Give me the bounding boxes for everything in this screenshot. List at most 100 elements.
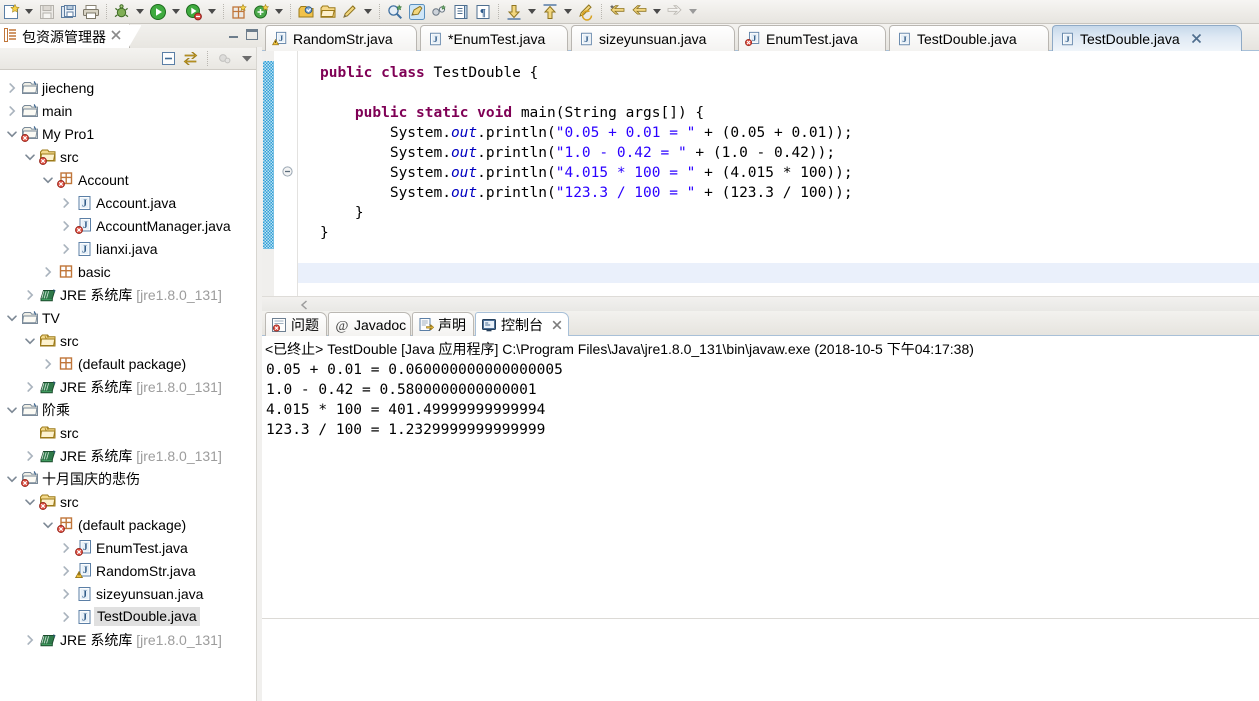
chevron-down-icon[interactable]: [22, 145, 38, 168]
chevron-right-icon[interactable]: [58, 237, 74, 260]
back-icon[interactable]: [628, 1, 650, 23]
maximize-view-icon[interactable]: [246, 29, 258, 40]
view-menu-icon[interactable]: [237, 50, 256, 68]
chevron-right-icon[interactable]: [58, 605, 74, 628]
chevron-right-icon[interactable]: [58, 536, 74, 559]
focus-on-active-task-icon[interactable]: [215, 50, 234, 68]
minimize-view-icon[interactable]: [227, 28, 240, 41]
project-tree[interactable]: jiecheng main My Pro1 src Account J Account.ja…: [0, 71, 256, 701]
open-task-icon[interactable]: [317, 1, 339, 23]
chevron-right-icon[interactable]: [22, 283, 38, 306]
console-tab[interactable]: 声明: [412, 312, 474, 336]
forward-dropdown[interactable]: [686, 1, 700, 23]
tree-item[interactable]: Account: [0, 168, 256, 191]
debug-dropdown[interactable]: [133, 1, 147, 23]
last-edit-location-icon[interactable]: [575, 1, 597, 23]
tree-item[interactable]: src: [0, 421, 256, 444]
new-class-dropdown[interactable]: [272, 1, 286, 23]
tree-item[interactable]: JRE 系统库 [jre1.8.0_131]: [0, 628, 256, 651]
next-annotation-dropdown[interactable]: [525, 1, 539, 23]
tree-item[interactable]: 十月国庆的悲伤: [0, 467, 256, 490]
back-dropdown[interactable]: [650, 1, 664, 23]
tree-item[interactable]: Jlianxi.java: [0, 237, 256, 260]
tree-item[interactable]: basic: [0, 260, 256, 283]
tree-item[interactable]: TV: [0, 306, 256, 329]
back-history-icon[interactable]: [606, 1, 628, 23]
new-class-icon[interactable]: [250, 1, 272, 23]
tree-item[interactable]: My Pro1: [0, 122, 256, 145]
tree-item[interactable]: src: [0, 329, 256, 352]
chevron-down-icon[interactable]: [4, 467, 20, 490]
close-icon[interactable]: [552, 320, 562, 330]
console-output[interactable]: 0.05 + 0.01 = 0.060000000000000005 1.0 - …: [266, 360, 1256, 440]
tree-item[interactable]: JRE 系统库 [jre1.8.0_131]: [0, 444, 256, 467]
chevron-right-icon[interactable]: [58, 214, 74, 237]
tree-item[interactable]: JRE 系统库 [jre1.8.0_131]: [0, 283, 256, 306]
chevron-down-icon[interactable]: [40, 513, 56, 536]
close-icon[interactable]: [1191, 33, 1202, 44]
previous-annotation-icon[interactable]: [539, 1, 561, 23]
new-annotation-icon[interactable]: [339, 1, 361, 23]
chevron-right-icon[interactable]: [58, 191, 74, 214]
close-icon[interactable]: [111, 30, 121, 43]
editor-tab[interactable]: J EnumTest.java: [738, 25, 886, 51]
search-icon[interactable]: [384, 1, 406, 23]
chevron-right-icon[interactable]: [4, 76, 20, 99]
previous-annotation-dropdown[interactable]: [561, 1, 575, 23]
tree-item[interactable]: jiecheng: [0, 76, 256, 99]
chevron-right-icon[interactable]: [22, 444, 38, 467]
next-annotation-icon[interactable]: [503, 1, 525, 23]
new-wizard-icon[interactable]: [0, 1, 22, 23]
chevron-right-icon[interactable]: [22, 628, 38, 651]
editor-tab[interactable]: J RandomStr.java: [265, 25, 417, 51]
tree-item[interactable]: main: [0, 99, 256, 122]
tree-item[interactable]: J RandomStr.java: [0, 559, 256, 582]
scroll-left-icon[interactable]: [298, 299, 310, 310]
tab-package-explorer[interactable]: 包资源管理器: [0, 24, 141, 49]
tree-item-selected[interactable]: J TestDouble.java: [0, 605, 256, 628]
external-tools-dropdown[interactable]: [205, 1, 219, 23]
link-editor-icon[interactable]: [428, 1, 450, 23]
console-tab[interactable]: 问题: [265, 312, 327, 336]
chevron-right-icon[interactable]: [4, 99, 20, 122]
save-all-icon[interactable]: [58, 1, 80, 23]
chevron-down-icon[interactable]: [4, 122, 20, 145]
chevron-right-icon[interactable]: [58, 559, 74, 582]
new-annotation-dropdown[interactable]: [361, 1, 375, 23]
toggle-mark-occurrences-icon[interactable]: [406, 1, 428, 23]
editor-tab[interactable]: J *EnumTest.java: [420, 25, 568, 51]
editor-annotation-bar[interactable]: [262, 51, 274, 296]
new-wizard-dropdown[interactable]: [22, 1, 36, 23]
new-java-project-icon[interactable]: [228, 1, 250, 23]
open-type-icon[interactable]: [295, 1, 317, 23]
save-icon[interactable]: [36, 1, 58, 23]
toggle-block-selection-icon[interactable]: ¶: [472, 1, 494, 23]
chevron-right-icon[interactable]: [40, 260, 56, 283]
tree-item[interactable]: (default package): [0, 513, 256, 536]
chevron-right-icon[interactable]: [22, 375, 38, 398]
tree-item[interactable]: (default package): [0, 352, 256, 375]
editor-tab[interactable]: J TestDouble.java: [889, 25, 1049, 51]
console-tab[interactable]: @ Javadoc: [328, 312, 411, 336]
show-whitespace-icon[interactable]: [450, 1, 472, 23]
tree-item[interactable]: 阶乘: [0, 398, 256, 421]
run-dropdown[interactable]: [169, 1, 183, 23]
tree-item[interactable]: J Account.java: [0, 191, 256, 214]
collapse-all-icon[interactable]: [159, 50, 178, 68]
chevron-right-icon[interactable]: [40, 352, 56, 375]
link-with-editor-icon[interactable]: [181, 50, 200, 68]
tree-item[interactable]: JRE 系统库 [jre1.8.0_131]: [0, 375, 256, 398]
editor-tab[interactable]: Jsizeyunsuan.java: [571, 25, 735, 51]
editor-tab-active[interactable]: J TestDouble.java: [1052, 25, 1242, 51]
tree-item[interactable]: src: [0, 145, 256, 168]
chevron-right-icon[interactable]: [58, 582, 74, 605]
chevron-down-icon[interactable]: [40, 168, 56, 191]
debug-icon[interactable]: [111, 1, 133, 23]
run-icon[interactable]: [147, 1, 169, 23]
editor-horizontal-scrollbar[interactable]: [262, 296, 1259, 311]
print-icon[interactable]: [80, 1, 102, 23]
chevron-down-icon[interactable]: [22, 490, 38, 513]
code-text-area[interactable]: public class TestDouble { public static …: [298, 51, 1259, 296]
chevron-down-icon[interactable]: [22, 329, 38, 352]
tree-item[interactable]: J AccountManager.java: [0, 214, 256, 237]
